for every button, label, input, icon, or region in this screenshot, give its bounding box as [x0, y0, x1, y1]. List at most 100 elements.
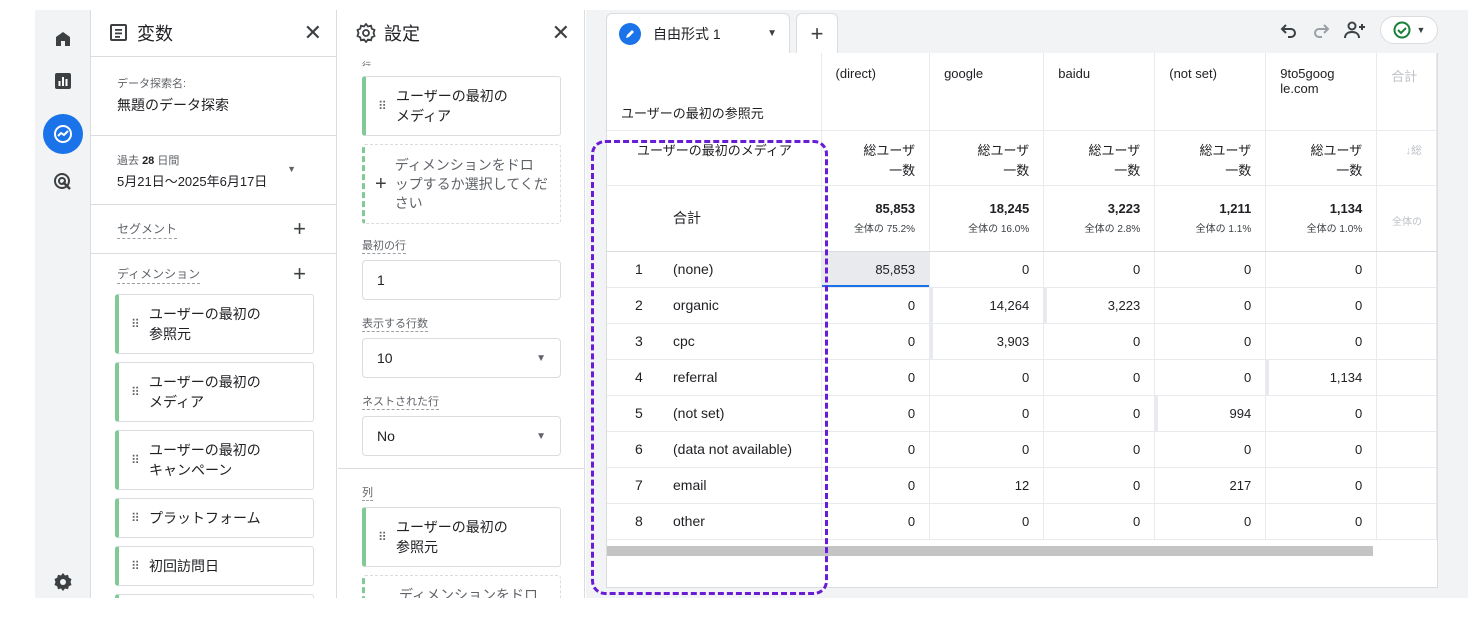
data-cell[interactable]: 0	[1265, 323, 1378, 360]
row-label-cell[interactable]: 5 (not set)	[607, 395, 822, 432]
data-cell[interactable]: 0	[1043, 395, 1156, 432]
data-cell[interactable]: 0	[1043, 431, 1156, 468]
nested-rows-select[interactable]: No ▼	[362, 416, 561, 456]
data-cell[interactable]: 0	[1043, 467, 1156, 504]
data-cell[interactable]: 0	[1043, 359, 1156, 396]
data-cell[interactable]: 217	[1154, 467, 1267, 504]
add-segment-icon[interactable]: +	[293, 218, 306, 240]
data-cell[interactable]	[1376, 395, 1437, 432]
nav-reports[interactable]	[43, 61, 83, 101]
data-cell[interactable]: 0	[1265, 503, 1378, 540]
data-cell[interactable]: 0	[929, 395, 1045, 432]
metric-header[interactable]: 総ユーザ 一数	[929, 130, 1045, 186]
add-dimension-icon[interactable]: +	[293, 263, 306, 285]
data-cell[interactable]: 0	[1154, 323, 1267, 360]
dimension-chip[interactable]: ⠿ プラットフォーム	[115, 498, 314, 538]
data-cell[interactable]: 0	[1265, 431, 1378, 468]
data-cell[interactable]: 0	[929, 251, 1045, 288]
close-variables-icon[interactable]: ✕	[304, 22, 322, 44]
data-cell[interactable]: 0	[821, 503, 931, 540]
data-cell[interactable]: 85,853	[821, 251, 931, 288]
data-cell[interactable]: 0	[1265, 395, 1378, 432]
nav-explore[interactable]	[43, 114, 83, 154]
data-cell[interactable]: 0	[821, 395, 931, 432]
data-cell[interactable]: 0	[821, 467, 931, 504]
data-cell[interactable]: 0	[821, 431, 931, 468]
data-cell[interactable]	[1376, 467, 1437, 504]
column-header[interactable]: google	[929, 53, 1045, 131]
data-cell[interactable]: 3,903	[929, 323, 1045, 360]
metric-header[interactable]: 総ユーザ 一数	[821, 130, 931, 186]
data-cell[interactable]	[1376, 323, 1437, 360]
data-cell[interactable]: 14,264	[929, 287, 1045, 324]
data-cell[interactable]: 0	[821, 287, 931, 324]
data-cell[interactable]: 0	[1154, 251, 1267, 288]
metric-header[interactable]: 総ユーザ 一数	[1154, 130, 1267, 186]
data-cell[interactable]: 1,134	[1265, 359, 1378, 396]
row-label-cell[interactable]: 6 (data not available)	[607, 431, 822, 468]
dimension-chip[interactable]: ⠿ ユーザーの最初の 参照元	[115, 294, 314, 354]
row-label-cell[interactable]: 2 organic	[607, 287, 822, 324]
data-cell[interactable]: 0	[1154, 503, 1267, 540]
horizontal-scrollbar[interactable]	[607, 546, 1373, 556]
data-cell[interactable]: 12	[929, 467, 1045, 504]
data-cell[interactable]	[1376, 503, 1437, 540]
nav-advertising[interactable]	[43, 162, 83, 202]
share-user-icon[interactable]	[1344, 21, 1366, 39]
explore-name-field[interactable]: データ探索名: 無題のデータ探索	[91, 57, 336, 135]
column-header[interactable]: 9to5goog le.com	[1265, 53, 1378, 131]
column-drop-zone[interactable]: ディメンションをドロ	[362, 575, 561, 598]
tab-freeform[interactable]: 自由形式 1 ▼	[606, 13, 790, 53]
column-header[interactable]: (direct)	[821, 53, 931, 131]
data-cell[interactable]	[1376, 431, 1437, 468]
column-dimension-chip[interactable]: ⠿ ユーザーの最初の 参照元	[362, 507, 561, 567]
row-label-cell[interactable]: 7 email	[607, 467, 822, 504]
dimension-chip[interactable]: ⠿ 初回訪問日	[115, 546, 314, 586]
data-cell[interactable]: 0	[1154, 359, 1267, 396]
chevron-down-icon[interactable]: ▼	[767, 28, 777, 39]
column-header[interactable]: (not set)	[1154, 53, 1267, 131]
metric-header[interactable]: 総ユーザ 一数	[1265, 130, 1378, 186]
metric-header[interactable]: 総ユーザ 一数	[1043, 130, 1156, 186]
data-cell[interactable]: 0	[1154, 287, 1267, 324]
data-cell[interactable]: 3,223	[1043, 287, 1156, 324]
data-cell[interactable]	[1376, 287, 1437, 324]
data-cell[interactable]	[1376, 359, 1437, 396]
nav-settings[interactable]	[43, 562, 83, 602]
data-cell[interactable]: 0	[929, 359, 1045, 396]
data-cell[interactable]: 0	[1043, 503, 1156, 540]
data-cell[interactable]: 0	[1265, 467, 1378, 504]
undo-icon[interactable]	[1280, 21, 1298, 39]
row-dimension-chip[interactable]: ⠿ ユーザーの最初の メディア	[362, 76, 561, 136]
close-settings-icon[interactable]: ✕	[552, 22, 570, 44]
row-label-cell[interactable]: 1 (none)	[607, 251, 822, 288]
data-cell[interactable]	[1376, 251, 1437, 288]
add-tab-button[interactable]: +	[796, 13, 838, 53]
row-label-cell[interactable]: 3 cpc	[607, 323, 822, 360]
data-cell[interactable]: 994	[1154, 395, 1267, 432]
data-cell[interactable]: 0	[1043, 323, 1156, 360]
nav-home[interactable]	[43, 19, 83, 59]
date-range-selector[interactable]: 過去 28 日間 5月21日〜2025年6月17日 ▼	[91, 136, 336, 204]
data-cell[interactable]: 0	[1154, 431, 1267, 468]
show-rows-select[interactable]: 10 ▼	[362, 338, 561, 378]
row-label-cell[interactable]: 4 referral	[607, 359, 822, 396]
column-header[interactable]: 合計	[1376, 53, 1437, 131]
data-cell[interactable]: 0	[1043, 251, 1156, 288]
metric-header[interactable]: ↓総	[1376, 130, 1437, 186]
redo-icon[interactable]	[1312, 21, 1330, 39]
dimension-chip[interactable]	[115, 594, 314, 598]
data-cell[interactable]: 0	[929, 431, 1045, 468]
dimension-chip[interactable]: ⠿ ユーザーの最初の メディア	[115, 362, 314, 422]
data-cell[interactable]: 0	[1265, 287, 1378, 324]
column-header[interactable]: baidu	[1043, 53, 1156, 131]
dimension-chip[interactable]: ⠿ ユーザーの最初の キャンペーン	[115, 430, 314, 490]
status-dropdown[interactable]: ▼	[1380, 16, 1438, 44]
row-label-cell[interactable]: 8 other	[607, 503, 822, 540]
first-row-input[interactable]: 1	[362, 260, 561, 300]
data-cell[interactable]: 0	[929, 503, 1045, 540]
data-cell[interactable]: 0	[821, 359, 931, 396]
data-cell[interactable]: 0	[1265, 251, 1378, 288]
row-drop-zone[interactable]: + ディメンションをドロ ップするか選択してくだ さい	[362, 144, 561, 224]
data-cell[interactable]: 0	[821, 323, 931, 360]
